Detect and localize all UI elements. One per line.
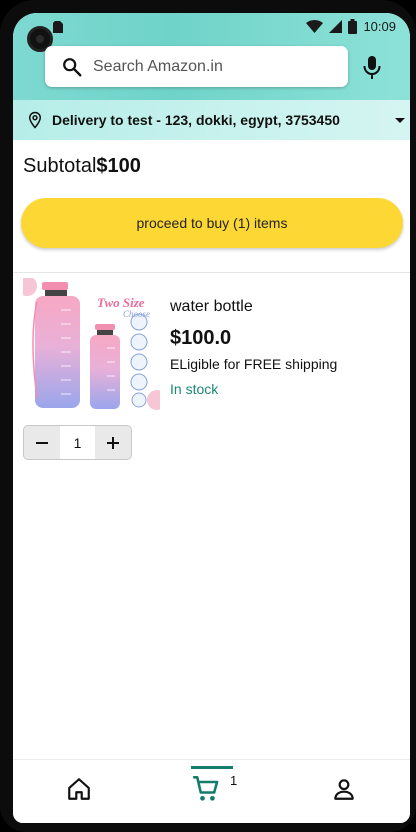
cart-count-badge: 1	[230, 773, 238, 788]
nav-cart[interactable]	[191, 766, 233, 804]
mic-icon[interactable]	[361, 55, 383, 81]
increase-quantity-button[interactable]	[95, 426, 131, 459]
decrease-quantity-button[interactable]	[24, 426, 60, 459]
chevron-down-icon[interactable]	[394, 115, 406, 125]
person-icon	[334, 779, 354, 800]
subtotal: Subtotal$100	[23, 155, 141, 178]
quantity-stepper: 1	[23, 425, 132, 460]
bottom-navigation: 1	[13, 759, 410, 823]
wifi-icon	[306, 19, 324, 33]
delivery-address-text: Delivery to test - 123, dokki, egypt, 37…	[52, 112, 340, 128]
subtotal-amount: $100	[96, 155, 141, 177]
stock-status: In stock	[170, 381, 219, 397]
product-image[interactable]: Two Size Choose	[23, 278, 160, 414]
search-input[interactable]	[93, 57, 323, 76]
sim-card-icon	[53, 21, 63, 33]
location-pin-icon	[28, 111, 42, 129]
proceed-to-buy-button[interactable]: proceed to buy (1) items	[21, 198, 403, 248]
nav-account[interactable]	[331, 776, 357, 802]
header: 10:09	[13, 13, 410, 100]
status-bar: 10:09	[306, 17, 396, 35]
cart-icon	[193, 776, 219, 801]
plus-icon	[107, 436, 119, 449]
home-icon	[68, 778, 90, 800]
product-price: $100.0	[170, 327, 232, 349]
device-frame: 10:09 Delivery to test - 123, dokki, e	[0, 0, 416, 832]
quantity-value: 1	[60, 426, 95, 459]
minus-icon	[36, 441, 48, 444]
status-left	[35, 19, 63, 33]
subtotal-label: Subtotal	[23, 155, 97, 177]
nav-home[interactable]	[66, 776, 92, 802]
search-bar[interactable]	[45, 46, 348, 87]
active-tab-indicator	[191, 766, 233, 769]
app-screen: 10:09 Delivery to test - 123, dokki, e	[13, 13, 410, 823]
shipping-eligibility: ELigible for FREE shipping	[170, 356, 338, 372]
signal-icon	[329, 19, 343, 33]
status-time: 10:09	[363, 18, 396, 34]
search-icon	[63, 57, 82, 76]
product-image-subtext: Choose	[123, 309, 150, 319]
delivery-address-bar[interactable]: Delivery to test - 123, dokki, egypt, 37…	[13, 100, 410, 140]
product-title[interactable]: water bottle	[170, 298, 253, 316]
battery-icon	[348, 18, 358, 34]
divider	[13, 272, 410, 273]
